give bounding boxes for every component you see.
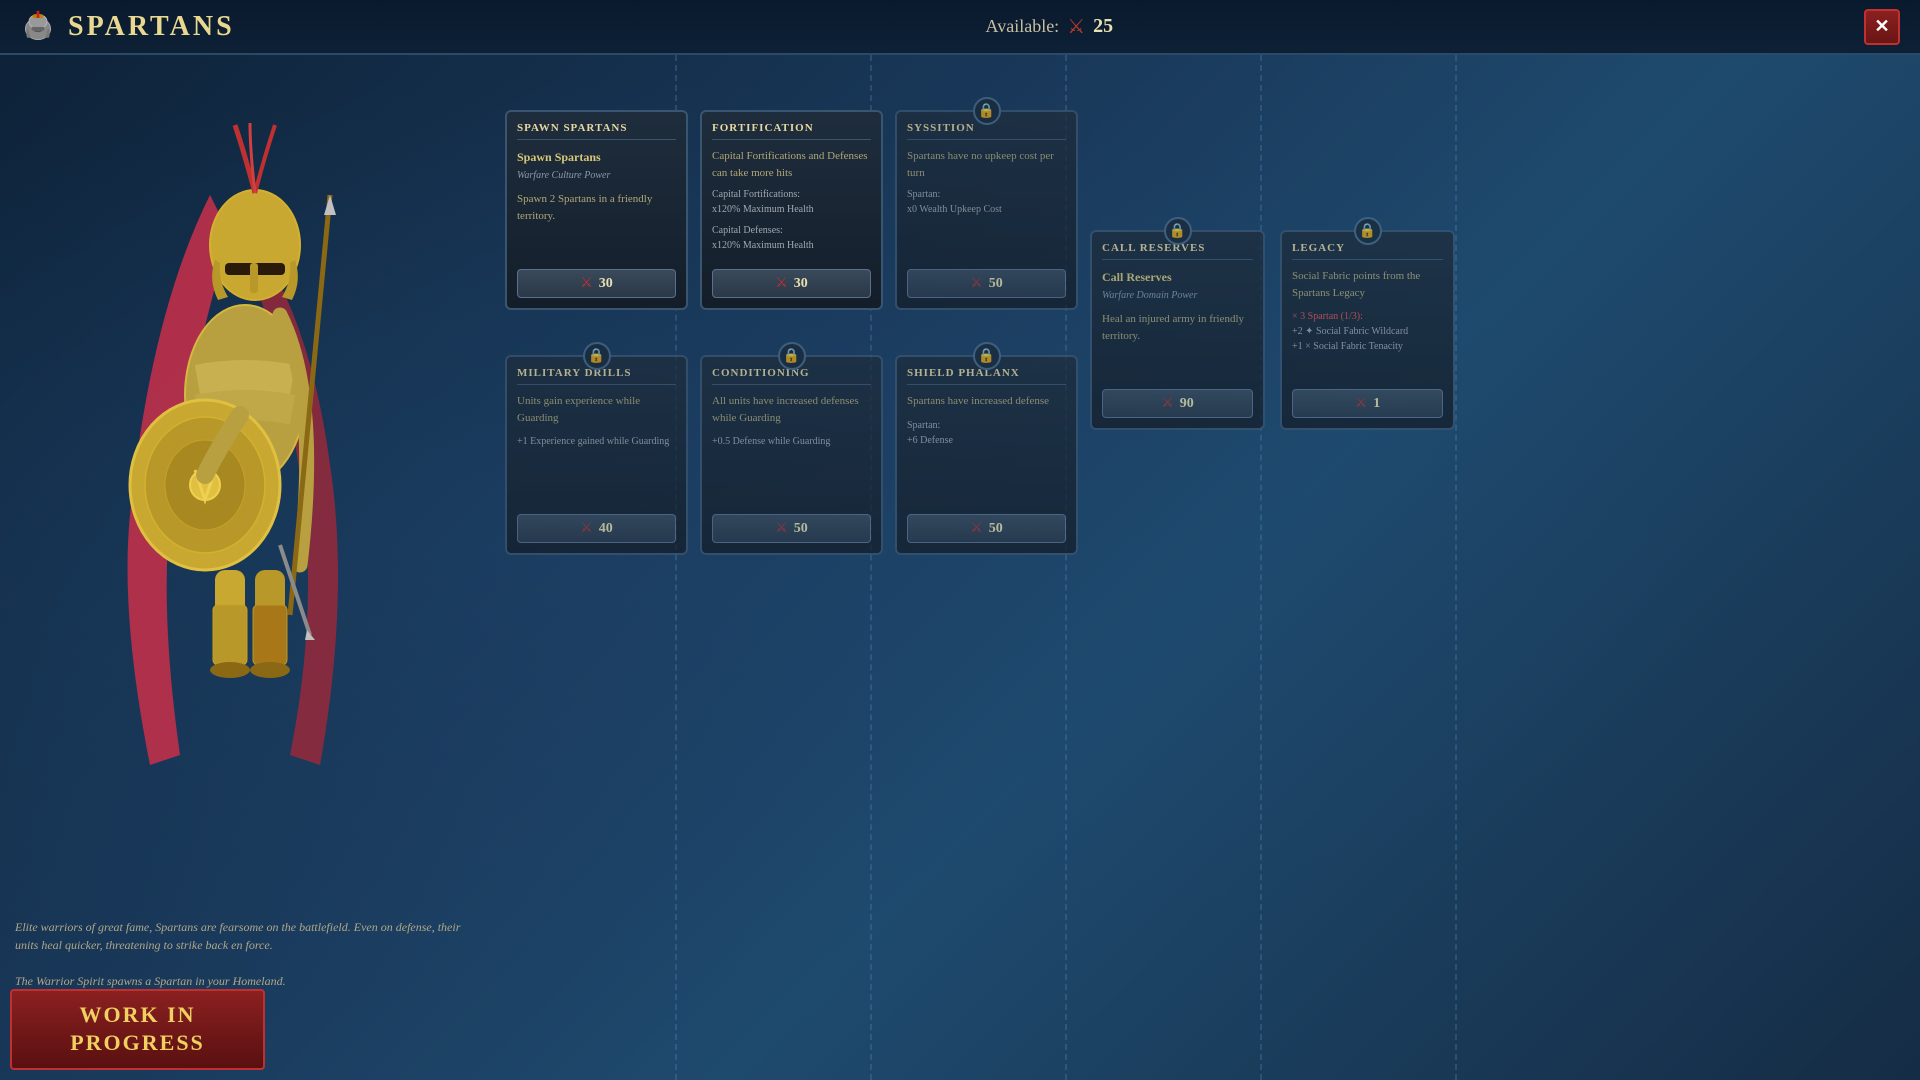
card-body-mil: Units gain experience while Guarding +1 … xyxy=(517,393,676,504)
cost-sword-mil: ⚔ xyxy=(580,520,593,537)
tech-tree: Spawn Spartans Spawn Spartans Warfare Cu… xyxy=(480,55,1920,1080)
card-body-cond: All units have increased defenses while … xyxy=(712,393,871,504)
faction-title: Spartans xyxy=(68,11,235,43)
card-body-phal: Spartans have increased defense Spartan:… xyxy=(907,393,1066,504)
close-button[interactable]: ✕ xyxy=(1864,9,1900,45)
cost-sword-sys: ⚔ xyxy=(970,275,983,292)
cost-sword-spawn: ⚔ xyxy=(580,275,593,292)
cost-num-sys: 50 xyxy=(989,276,1003,292)
warrior-figure xyxy=(50,115,450,815)
sys-cost-button[interactable]: ⚔ 50 xyxy=(907,269,1066,298)
lock-icon-legacy: 🔒 xyxy=(1354,217,1382,245)
available-label: Available: xyxy=(986,16,1060,37)
cond-cost-button[interactable]: ⚔ 50 xyxy=(712,514,871,543)
cost-num-spawn: 30 xyxy=(599,276,613,292)
cost-num-cond: 50 xyxy=(794,521,808,537)
card-body-reserves: Call Reserves Warfare Domain Power Heal … xyxy=(1102,268,1253,379)
header-bar: Spartans Available: ⚔ 25 ✕ xyxy=(0,0,1920,55)
cost-num-legacy: 1 xyxy=(1373,396,1380,412)
warrior-description: Elite warriors of great fame, Spartans a… xyxy=(15,918,475,990)
card-fortification: Fortification Capital Fortifications and… xyxy=(700,110,883,310)
card-shield-phalanx: 🔒 Shield Phalanx Spartans have increased… xyxy=(895,355,1078,555)
lock-icon-syssition: 🔒 xyxy=(973,97,1001,125)
spawn-cost-button[interactable]: ⚔ 30 xyxy=(517,269,676,298)
card-legacy: 🔒 Legacy Social Fabric points from the S… xyxy=(1280,230,1455,430)
cost-sword-reserves: ⚔ xyxy=(1161,395,1174,412)
cost-num-phal: 50 xyxy=(989,521,1003,537)
legacy-cost-button[interactable]: ⚔ 1 xyxy=(1292,389,1443,418)
work-in-progress-button[interactable]: Work In Progress xyxy=(10,989,265,1070)
card-body-spawn: Spawn Spartans Warfare Culture Power Spa… xyxy=(517,148,676,259)
cards-container: Spawn Spartans Spawn Spartans Warfare Cu… xyxy=(500,85,1660,1050)
lock-icon-conditioning: 🔒 xyxy=(778,342,806,370)
card-title-fort: Fortification xyxy=(712,122,871,140)
currency-icon: ⚔ xyxy=(1067,14,1085,39)
card-body-fort: Capital Fortifications and Defenses can … xyxy=(712,148,871,259)
cost-num-fort: 30 xyxy=(794,276,808,292)
helmet-icon xyxy=(20,9,56,45)
available-count: 25 xyxy=(1093,15,1113,38)
fort-cost-button[interactable]: ⚔ 30 xyxy=(712,269,871,298)
phal-cost-button[interactable]: ⚔ 50 xyxy=(907,514,1066,543)
cost-num-reserves: 90 xyxy=(1180,396,1194,412)
lock-icon-phalanx: 🔒 xyxy=(973,342,1001,370)
card-military-drills: 🔒 Military Drills Units gain experience … xyxy=(505,355,688,555)
cost-sword-cond: ⚔ xyxy=(775,520,788,537)
reserves-cost-button[interactable]: ⚔ 90 xyxy=(1102,389,1253,418)
cost-num-mil: 40 xyxy=(599,521,613,537)
card-conditioning: 🔒 Conditioning All units have increased … xyxy=(700,355,883,555)
cost-sword-phal: ⚔ xyxy=(970,520,983,537)
card-call-reserves: 🔒 Call Reserves Call Reserves Warfare Do… xyxy=(1090,230,1265,430)
mil-cost-button[interactable]: ⚔ 40 xyxy=(517,514,676,543)
card-body-sys: Spartans have no upkeep cost per turn Sp… xyxy=(907,148,1066,259)
card-title-spawn: Spawn Spartans xyxy=(517,122,676,140)
cost-sword-fort: ⚔ xyxy=(775,275,788,292)
card-syssition: 🔒 Syssition Spartans have no upkeep cost… xyxy=(895,110,1078,310)
header-left: Spartans xyxy=(20,9,235,45)
cost-sword-legacy: ⚔ xyxy=(1355,395,1368,412)
card-body-legacy: Social Fabric points from the Spartans L… xyxy=(1292,268,1443,379)
lock-icon-military: 🔒 xyxy=(583,342,611,370)
available-section: Available: ⚔ 25 xyxy=(986,14,1114,39)
card-spawn-spartans: Spawn Spartans Spawn Spartans Warfare Cu… xyxy=(505,110,688,310)
lock-icon-reserves: 🔒 xyxy=(1164,217,1192,245)
